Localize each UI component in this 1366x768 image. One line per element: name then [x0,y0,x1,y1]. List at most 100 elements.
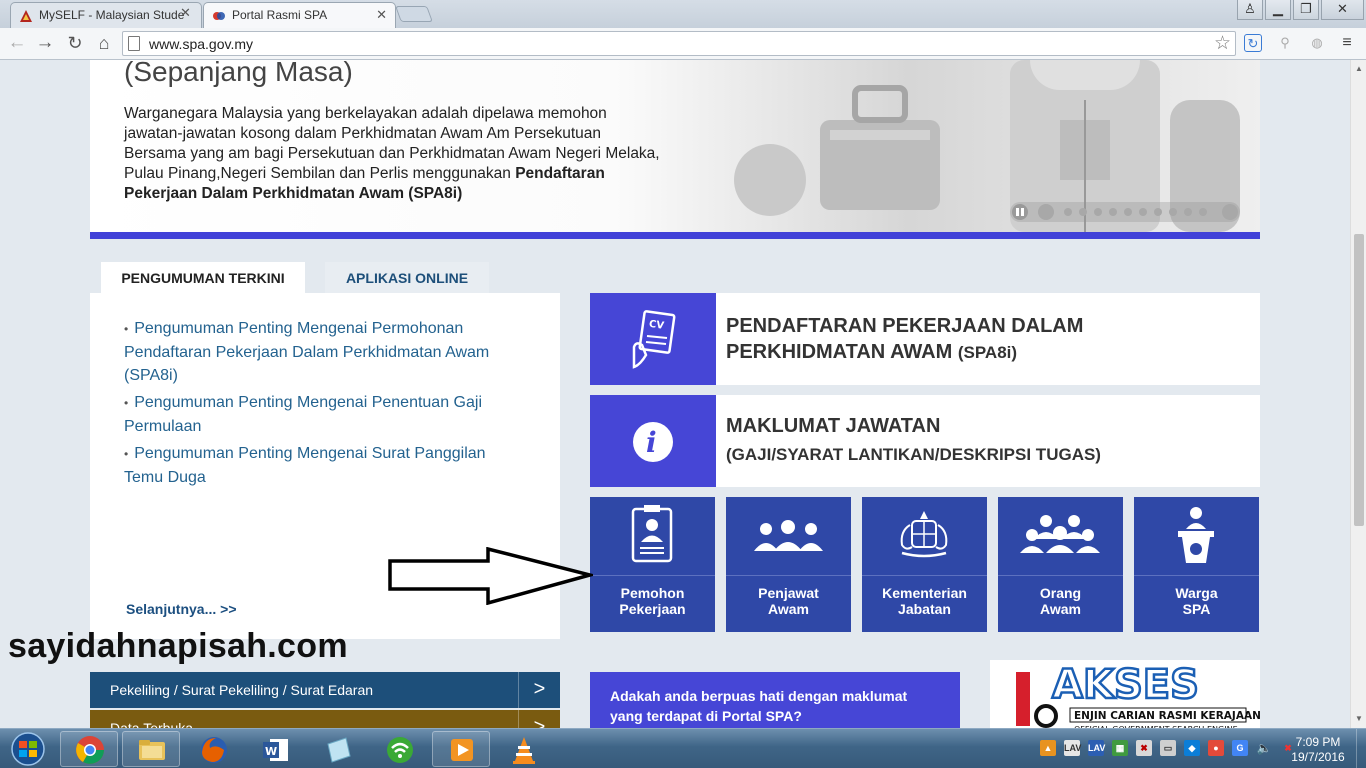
taskbar-media-player[interactable] [432,731,490,767]
taskbar-notes[interactable] [308,731,366,767]
announcement-link[interactable]: • Pengumuman Penting Mengenai Penentuan G… [124,391,504,438]
close-tab-icon[interactable]: ✕ [376,7,387,23]
announcement-text[interactable]: Pengumuman Penting Mengenai Surat Panggi… [124,445,486,486]
tab-myself[interactable]: MySELF - Malaysian Stude [10,2,202,28]
spa-staff-icon [1178,507,1214,563]
data-terbuka-link-bar[interactable]: Data Terbuka > [90,710,560,728]
menu-icon[interactable]: ≡ [1338,34,1356,52]
svg-text:CV: CV [648,319,665,332]
tray-app-icon[interactable]: ▭ [1160,740,1176,756]
show-desktop-button[interactable] [1356,729,1366,768]
browser-toolbar: ← → ↻ ⌂ ☆ ↻ ⚲ ◍ ≡ [0,28,1366,60]
spa8i-registration-block[interactable]: CV PENDAFTARAN PEKERJAAN DALAM PERKHIDMA… [590,293,1260,385]
more-link[interactable]: Selanjutnya... >> [126,601,237,617]
announcement-text[interactable]: Pengumuman Penting Mengenai Penentuan Ga… [124,394,482,435]
watermark-text: sayidahnapisah.com [8,627,348,665]
restore-button[interactable]: ❐ [1293,0,1319,20]
tray-app-icon[interactable]: ◆ [1184,740,1200,756]
vertical-scrollbar[interactable]: ▲ ▼ [1350,60,1366,728]
tile-label-line2: SPA [1182,601,1211,617]
address-bar[interactable]: ☆ [122,31,1236,56]
coat-of-arms-icon [900,511,948,558]
announcement-text[interactable]: Pengumuman Penting Mengenai Permohonan P… [124,320,489,384]
url-input[interactable] [149,36,1049,52]
taskbar-chrome[interactable] [60,731,118,767]
start-button-icon[interactable] [4,731,52,767]
tile-penjawat-awam[interactable]: Penjawat Awam [726,497,851,632]
taskbar-clock[interactable]: 7:09 PM 19/7/2016 [1284,735,1352,765]
slider-controls[interactable] [1010,202,1240,222]
tray-app-icon[interactable]: ● [1208,740,1224,756]
announcement-list: • Pengumuman Penting Mengenai Permohonan … [124,317,504,493]
close-window-button[interactable]: ✕ [1321,0,1364,20]
folder-icon [139,740,165,760]
hero-banner: (Sepanjang Masa) Warganegara Malaysia ya… [90,60,1260,232]
vlc-icon [513,737,535,764]
bullet-icon: • [124,322,129,336]
taskbar-explorer[interactable] [122,731,180,767]
spa-favicon-icon [213,12,225,20]
tile-label: Pemohon Pekerjaan [590,585,715,617]
spa8i-title-line1: PENDAFTARAN PEKERJAAN DALAM [726,315,1084,337]
reload-icon[interactable]: ↻ [63,32,87,56]
taskbar-firefox[interactable] [184,731,242,767]
maklumat-title: MAKLUMAT JAWATAN [726,415,941,437]
tray-network-icon[interactable]: ▦ [1112,740,1128,756]
tray-google-icon[interactable]: G [1232,740,1248,756]
search-extension-icon[interactable]: ⚲ [1276,34,1294,52]
new-tab-button[interactable] [395,6,433,22]
tile-divider [1134,575,1259,576]
pekeliling-link-bar[interactable]: Pekeliling / Surat Pekeliling / Surat Ed… [90,672,560,708]
notes-icon [327,737,351,763]
tile-divider [862,575,987,576]
tile-label-line1: Penjawat [758,585,819,601]
minimize-button[interactable]: ▁ [1265,0,1291,20]
banner-underline [90,232,1260,239]
announcement-link[interactable]: • Pengumuman Penting Mengenai Surat Pangg… [124,442,504,489]
svg-text:AKSES: AKSES [1052,662,1199,708]
chevron-right-icon[interactable]: > [518,710,560,728]
home-icon[interactable]: ⌂ [92,32,116,56]
akses-banner[interactable]: AKSES ENJIN CARIAN RASMI KERAJAAN OFFICI… [990,660,1261,728]
link-bar-label: Pekeliling / Surat Pekeliling / Surat Ed… [110,682,374,698]
tile-pemohon-pekerjaan[interactable]: Pemohon Pekerjaan [590,497,715,632]
taskbar-wifi-app[interactable] [370,731,428,767]
spa8i-icon-box: CV [590,293,716,385]
volume-icon[interactable]: 🔈 [1256,740,1272,756]
tile-kementerian-jabatan[interactable]: Kementerian Jabatan [862,497,987,632]
scroll-down-icon[interactable]: ▼ [1355,714,1363,723]
maklumat-jawatan-block[interactable]: i MAKLUMAT JAWATAN (GAJI/SYARAT LANTIKAN… [590,395,1260,487]
extension-icon[interactable]: ◍ [1308,34,1326,52]
clock-time: 7:09 PM [1295,735,1341,749]
svg-text:W: W [265,745,277,758]
back-icon[interactable]: ← [5,32,29,56]
tab-pengumuman[interactable]: PENGUMUMAN TERKINI [101,262,305,294]
tab-portal-spa[interactable]: Portal Rasmi SPA ✕ [203,2,396,29]
user-profile-icon[interactable]: ♙ [1237,0,1263,20]
tile-label-line1: Kementerian [882,585,967,601]
bookmark-star-icon[interactable]: ☆ [1214,32,1231,55]
scrollbar-thumb[interactable] [1354,234,1364,526]
tile-divider [726,575,851,576]
tab-aplikasi-online[interactable]: APLIKASI ONLINE [325,262,489,294]
civil-servant-icon [754,520,823,551]
tray-app-icon[interactable]: ▲ [1040,740,1056,756]
announcement-link[interactable]: • Pengumuman Penting Mengenai Permohonan … [124,317,504,387]
tray-lav-icon[interactable]: LAV [1064,740,1081,756]
tile-warga-spa[interactable]: Warga SPA [1134,497,1259,632]
survey-box[interactable]: Adakah anda berpuas hati dengan maklumat… [590,672,960,728]
chrome-icon [76,736,104,764]
close-tab-icon[interactable]: ✕ [180,5,191,21]
chevron-right-icon[interactable]: > [518,672,560,708]
tile-label-line2: Awam [1040,601,1081,617]
tile-orang-awam[interactable]: Orang Awam [998,497,1123,632]
windows-taskbar: W ▲ LAV LAV ▦ ✖ ▭ ◆ ● G 🔈 ✖ 7:09 PM 19/7… [0,728,1366,768]
tray-lav-icon[interactable]: LAV [1088,740,1105,756]
forward-icon[interactable]: → [33,32,57,56]
extension-icon[interactable]: ↻ [1244,34,1262,52]
taskbar-vlc[interactable] [494,731,552,767]
browser-tab-bar: MySELF - Malaysian Stude Portal Rasmi SP… [0,0,1366,29]
scroll-up-icon[interactable]: ▲ [1355,64,1363,73]
taskbar-word[interactable]: W [246,731,304,767]
tray-app-icon[interactable]: ✖ [1136,740,1152,756]
